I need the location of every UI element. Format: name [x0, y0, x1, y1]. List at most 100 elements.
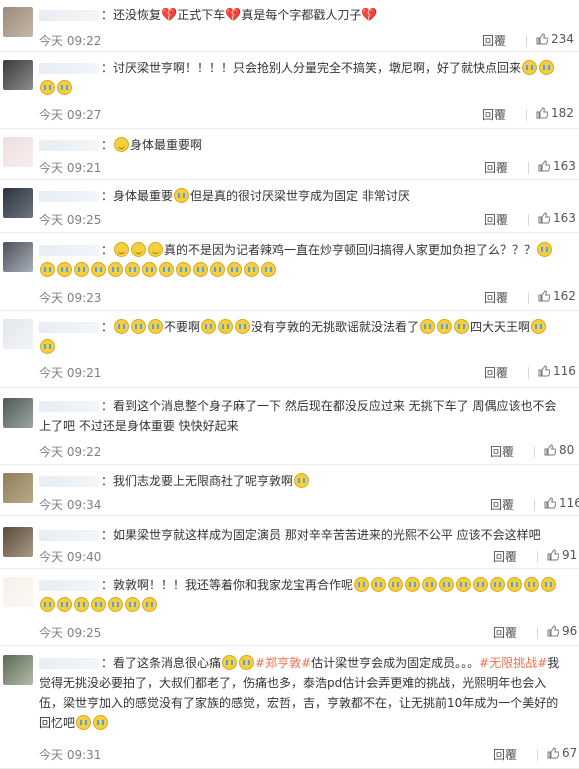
comment-text-segment: 没有亨敦的无挑歌谣就没法看了: [251, 320, 420, 334]
crying-emoji-icon: [437, 319, 453, 334]
username[interactable]: [39, 140, 99, 151]
comment-text: ： 不要啊 没有亨敦的无挑歌谣就没法看了 四大天王啊: [39, 317, 563, 357]
crying-emoji-icon: [93, 715, 109, 730]
like-button[interactable]: 96: [547, 624, 577, 638]
thumbs-up-icon: [538, 365, 551, 377]
username[interactable]: [39, 245, 99, 256]
crying-emoji-icon: [522, 60, 538, 75]
comment-text: ：还没恢复💔正式下车💔真是每个字都戳人刀子💔: [39, 5, 563, 26]
avatar[interactable]: [3, 188, 33, 218]
timestamp: 今天 09:34: [39, 498, 102, 512]
reply-button[interactable]: 回覆: [493, 624, 517, 641]
hashtag-link[interactable]: #郑亨敦#: [255, 656, 311, 670]
username[interactable]: [39, 322, 99, 333]
divider: [537, 551, 538, 563]
comment-text-segment: ：看了这条消息很心痛: [101, 656, 222, 670]
crying-emoji-icon: [537, 242, 553, 257]
like-count: 234: [551, 32, 574, 46]
like-button[interactable]: 91: [547, 548, 577, 562]
avatar[interactable]: [3, 137, 33, 167]
crying-emoji-icon: [40, 80, 55, 95]
username[interactable]: [39, 191, 99, 202]
crying-emoji-icon: [76, 715, 92, 730]
reply-button[interactable]: 回覆: [484, 211, 508, 228]
username[interactable]: [39, 401, 99, 412]
comment-item: ：还没恢复💔正式下车💔真是每个字都戳人刀子💔 今天 09:22 回覆 234: [0, 0, 579, 52]
username[interactable]: [39, 580, 99, 591]
username[interactable]: [39, 658, 99, 669]
crying-emoji-icon: [473, 577, 489, 592]
comment-text-segment: ：敦敦啊！！！我还等着你和我家龙宝再合作呢: [101, 578, 354, 592]
thumbs-up-icon: [544, 497, 557, 509]
crying-emoji-icon: [420, 319, 436, 334]
comment-text: ：看了这条消息很心痛 #郑亨敦#估计梁世亨会成为固定成员。。。#无限挑战#我觉得无…: [39, 653, 563, 733]
divider: [528, 367, 529, 379]
like-count: 182: [551, 106, 574, 120]
crying-emoji-icon: [261, 262, 276, 277]
crying-emoji-icon: [74, 262, 89, 277]
avatar[interactable]: [3, 7, 33, 37]
timestamp: 今天 09:31: [39, 748, 102, 762]
like-button[interactable]: 67: [547, 746, 577, 760]
like-button[interactable]: 116: [544, 496, 579, 510]
like-button[interactable]: 162: [538, 289, 576, 303]
crying-emoji-icon: [174, 188, 190, 203]
divider: [528, 162, 529, 174]
crying-emoji-icon: [142, 262, 157, 277]
comment-text-segment: 身体最重要啊: [130, 138, 203, 152]
timestamp: 今天 09:21: [39, 366, 102, 380]
avatar[interactable]: [3, 473, 33, 503]
avatar[interactable]: [3, 60, 33, 90]
reply-button[interactable]: 回覆: [484, 159, 508, 176]
face-emoji-icon: [114, 242, 130, 257]
crying-emoji-icon: [507, 577, 523, 592]
like-button[interactable]: 163: [538, 211, 576, 225]
crying-emoji-icon: [524, 577, 540, 592]
avatar[interactable]: [3, 319, 33, 349]
reply-button[interactable]: 回覆: [493, 746, 517, 763]
like-count: 163: [553, 159, 576, 173]
like-button[interactable]: 116: [538, 364, 576, 378]
username[interactable]: [39, 10, 99, 21]
crying-emoji-icon: [456, 577, 472, 592]
reply-button[interactable]: 回覆: [490, 443, 514, 460]
crying-emoji-icon: [294, 473, 310, 488]
like-button[interactable]: 80: [544, 443, 574, 457]
comment-item: ：如果梁世亨就这样成为固定演员 那对辛辛苦苦进来的光熙不公平 应该不会这样吧 今天…: [0, 516, 579, 569]
username[interactable]: [39, 63, 99, 74]
reply-button[interactable]: 回覆: [493, 548, 517, 565]
username[interactable]: [39, 476, 99, 487]
hashtag-link[interactable]: #无限挑战#: [479, 656, 547, 670]
comment-item: ：看了这条消息很心痛 #郑亨敦#估计梁世亨会成为固定成员。。。#无限挑战#我觉得无…: [0, 646, 579, 769]
reply-button[interactable]: 回覆: [482, 106, 506, 123]
avatar[interactable]: [3, 655, 33, 685]
crying-emoji-icon: [57, 262, 72, 277]
reply-button[interactable]: 回覆: [490, 496, 514, 513]
broken-heart-icon: 💔: [161, 8, 178, 23]
like-count: 116: [559, 496, 579, 510]
reply-button[interactable]: 回覆: [484, 289, 508, 306]
username[interactable]: [39, 530, 99, 541]
crying-emoji-icon: [40, 597, 55, 612]
like-button[interactable]: 234: [536, 32, 574, 46]
comment-text-segment: ：: [101, 243, 114, 257]
crying-emoji-icon: [539, 60, 555, 75]
crying-emoji-icon: [201, 319, 217, 334]
avatar[interactable]: [3, 577, 33, 607]
like-count: 67: [562, 746, 578, 760]
comment-text: ：身体最重要 但是真的很讨厌梁世亨成为固定 非常讨厌: [39, 186, 563, 206]
like-button[interactable]: 163: [538, 159, 576, 173]
comment-text-segment: ：我们志龙要上无限商社了呢亨敦啊: [101, 474, 294, 488]
like-button[interactable]: 182: [536, 106, 574, 120]
divider: [526, 109, 527, 121]
avatar[interactable]: [3, 242, 33, 272]
reply-button[interactable]: 回覆: [484, 364, 508, 381]
thumbs-up-icon: [547, 625, 560, 637]
comment-item: ：身体最重要 但是真的很讨厌梁世亨成为固定 非常讨厌 今天 09:25 回覆 163: [0, 180, 579, 233]
thumbs-up-icon: [538, 160, 551, 172]
avatar[interactable]: [3, 527, 33, 557]
crying-emoji-icon: [422, 577, 438, 592]
reply-button[interactable]: 回覆: [482, 32, 506, 49]
avatar[interactable]: [3, 398, 33, 428]
comment-item: ：我们志龙要上无限商社了呢亨敦啊今天 09:34 回覆 116: [0, 465, 579, 516]
